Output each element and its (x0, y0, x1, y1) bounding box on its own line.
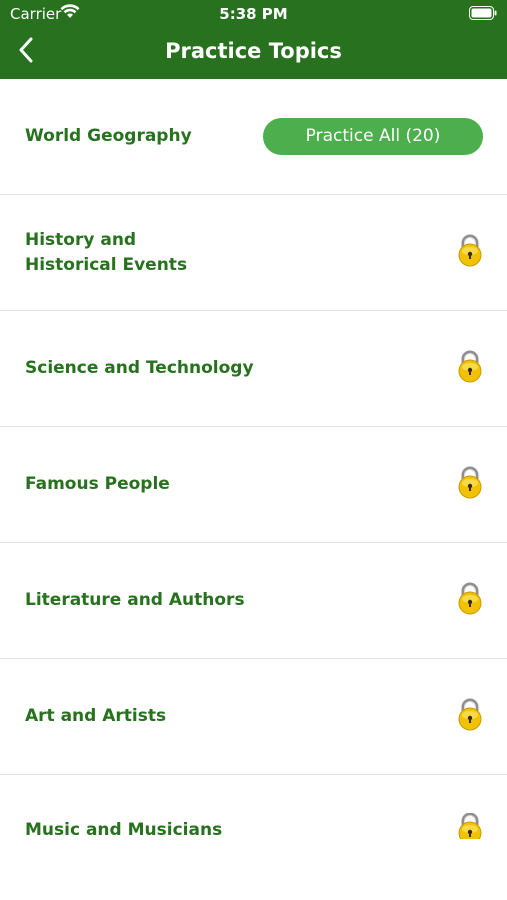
page-title: Practice Topics (165, 39, 342, 63)
topic-row-famous-people[interactable]: Famous People (0, 427, 507, 543)
topic-label: Art and Artists (25, 706, 167, 726)
topic-row-literature[interactable]: Literature and Authors (0, 543, 507, 659)
lock-icon (457, 813, 483, 839)
lock-icon (457, 698, 483, 735)
status-time: 5:38 PM (219, 5, 288, 23)
topic-row-history[interactable]: History and Historical Events (0, 195, 507, 311)
topic-list: World Geography Practice All (20) Histor… (0, 79, 507, 885)
lock-icon (457, 350, 483, 387)
topic-label: Science and Technology (25, 358, 254, 378)
topic-label: Famous People (25, 474, 170, 494)
topic-row-music[interactable]: Music and Musicians (0, 775, 507, 885)
topic-label: History and Historical Events (25, 229, 188, 275)
lock-icon (457, 466, 483, 503)
topic-label: Music and Musicians (25, 819, 223, 840)
topic-label: World Geography (25, 126, 192, 146)
topic-label: Literature and Authors (25, 590, 245, 610)
battery-icon (469, 6, 497, 24)
status-bar: Carrier 5:38 PM (0, 0, 507, 26)
topic-row-world-geography: World Geography Practice All (20) (0, 79, 507, 195)
topic-row-art[interactable]: Art and Artists (0, 659, 507, 775)
lock-icon (457, 234, 483, 271)
nav-bar: Practice Topics (0, 30, 507, 74)
practice-all-button[interactable]: Practice All (20) (263, 118, 483, 155)
topic-row-science[interactable]: Science and Technology (0, 311, 507, 427)
lock-icon (457, 582, 483, 619)
header: Carrier 5:38 PM Practice Topics (0, 0, 507, 79)
